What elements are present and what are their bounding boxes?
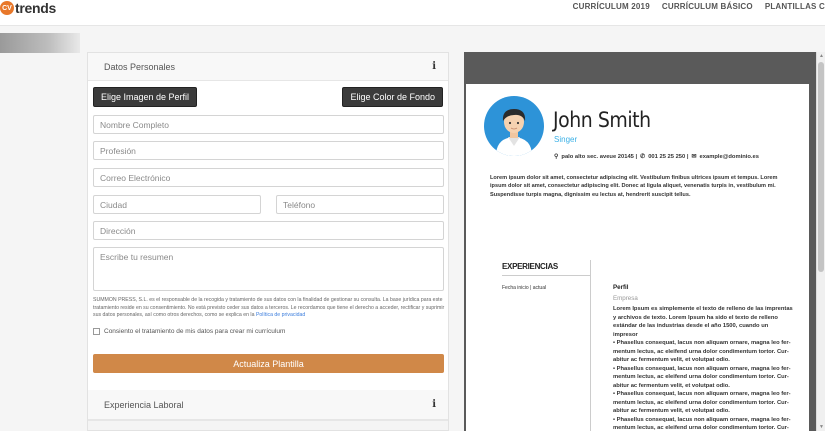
cv-preview-frame: John Smith Singer ⚲ palo alto sec. aveue… [464,52,817,431]
update-template-button[interactable]: Actualiza Plantilla [93,354,444,373]
cv-name: John Smith [553,108,651,132]
profession-input[interactable]: Profesión [93,141,444,160]
cv-job-description: Lorem Ipsum es simplemente el texto de r… [613,305,793,431]
logo-text: trends [15,0,56,16]
cv-job-intro: Lorem Ipsum es simplemente el texto de r… [613,306,793,338]
work-experience-header[interactable]: Experiencia Laboral i [88,390,448,420]
main-nav: CURRÍCULUM 2019 CURRÍCULUM BÁSICO PLANTI… [573,2,825,11]
cv-experience-heading: EXPERIENCIAS [502,262,558,271]
work-experience-title: Experiencia Laboral [104,399,184,410]
scrollbar-thumb[interactable] [818,62,824,272]
email-input[interactable]: Correo Electrónico [93,168,444,187]
personal-data-header[interactable]: Datos Personales i [88,53,448,81]
consent-checkbox[interactable] [93,328,100,335]
cv-page: John Smith Singer ⚲ palo alto sec. aveue… [466,84,809,431]
cv-date-range: Fecha inicio | actual [502,285,547,291]
choose-profile-image-button[interactable]: Elige Imagen de Perfil [93,87,198,107]
scroll-up-arrow-icon[interactable]: ▲ [818,53,825,59]
cv-bullet: • Phasellus consequat, lacus non aliquam… [613,340,791,364]
cv-position-title: Perfil [613,284,629,291]
city-input[interactable]: Ciudad [93,195,261,214]
top-bar: CV trends CURRÍCULUM 2019 CURRÍCULUM BÁS… [0,0,825,26]
nav-item-curriculum-2019[interactable]: CURRÍCULUM 2019 [573,2,650,11]
cv-bullet: • Phasellus consequat, lacus non aliquam… [613,365,791,389]
cv-email: example@dominio.es [699,153,759,160]
info-icon[interactable]: i [432,399,436,410]
summary-textarea[interactable]: Escribe tu resumen [93,247,444,291]
avatar [484,96,544,156]
cv-contact-line: ⚲ palo alto sec. aveue 20145 | ✆ 001 25 … [554,153,759,161]
cv-bullet: • Phasellus consequat, lacus non aliquam… [613,391,791,415]
choose-background-color-button[interactable]: Elige Color de Fondo [342,87,443,107]
phone-input[interactable]: Teléfono [276,195,444,214]
full-name-input[interactable]: Nombre Completo [93,115,444,134]
nav-item-curriculum-basico[interactable]: CURRÍCULUM BÁSICO [662,2,753,11]
cv-address: palo alto sec. aveue 20145 | [561,153,638,160]
cv-summary: Lorem ipsum dolor sit amet, consectetur … [490,175,778,198]
logo-badge: CV [0,1,14,15]
cv-phone: 001 25 25 250 | [648,153,689,160]
blurred-banner [0,33,80,53]
nav-item-plantillas[interactable]: PLANTILLAS C [765,2,825,11]
envelope-icon: ✉ [691,154,697,160]
location-pin-icon: ⚲ [554,154,559,160]
legal-notice: SUMMON PRESS, S.L. es el responsable de … [93,297,445,320]
cv-company: Empresa [613,295,638,302]
address-input[interactable]: Dirección [93,221,444,240]
divider [590,260,591,431]
cv-bullet: • Phasellus consequat, lacus non aliquam… [613,416,791,431]
consent-row[interactable]: Consiento el tratamiento de mis datos pa… [93,328,285,335]
personal-data-form: Datos Personales i Elige Imagen de Perfi… [87,52,449,431]
personal-data-title: Datos Personales [104,61,176,72]
info-icon[interactable]: i [432,61,436,72]
preview-scrollbar[interactable]: ▲ ▼ [816,52,825,431]
divider [502,275,590,276]
person-avatar-icon [496,109,532,156]
scroll-down-arrow-icon[interactable]: ▼ [818,424,825,430]
privacy-policy-link[interactable]: Política de privacidad [256,312,305,318]
phone-icon: ✆ [640,154,646,160]
cv-job-title: Singer [554,135,578,144]
next-section-header[interactable] [88,420,448,430]
consent-label: Consiento el tratamiento de mis datos pa… [104,328,286,335]
site-logo[interactable]: CV trends [0,0,56,18]
